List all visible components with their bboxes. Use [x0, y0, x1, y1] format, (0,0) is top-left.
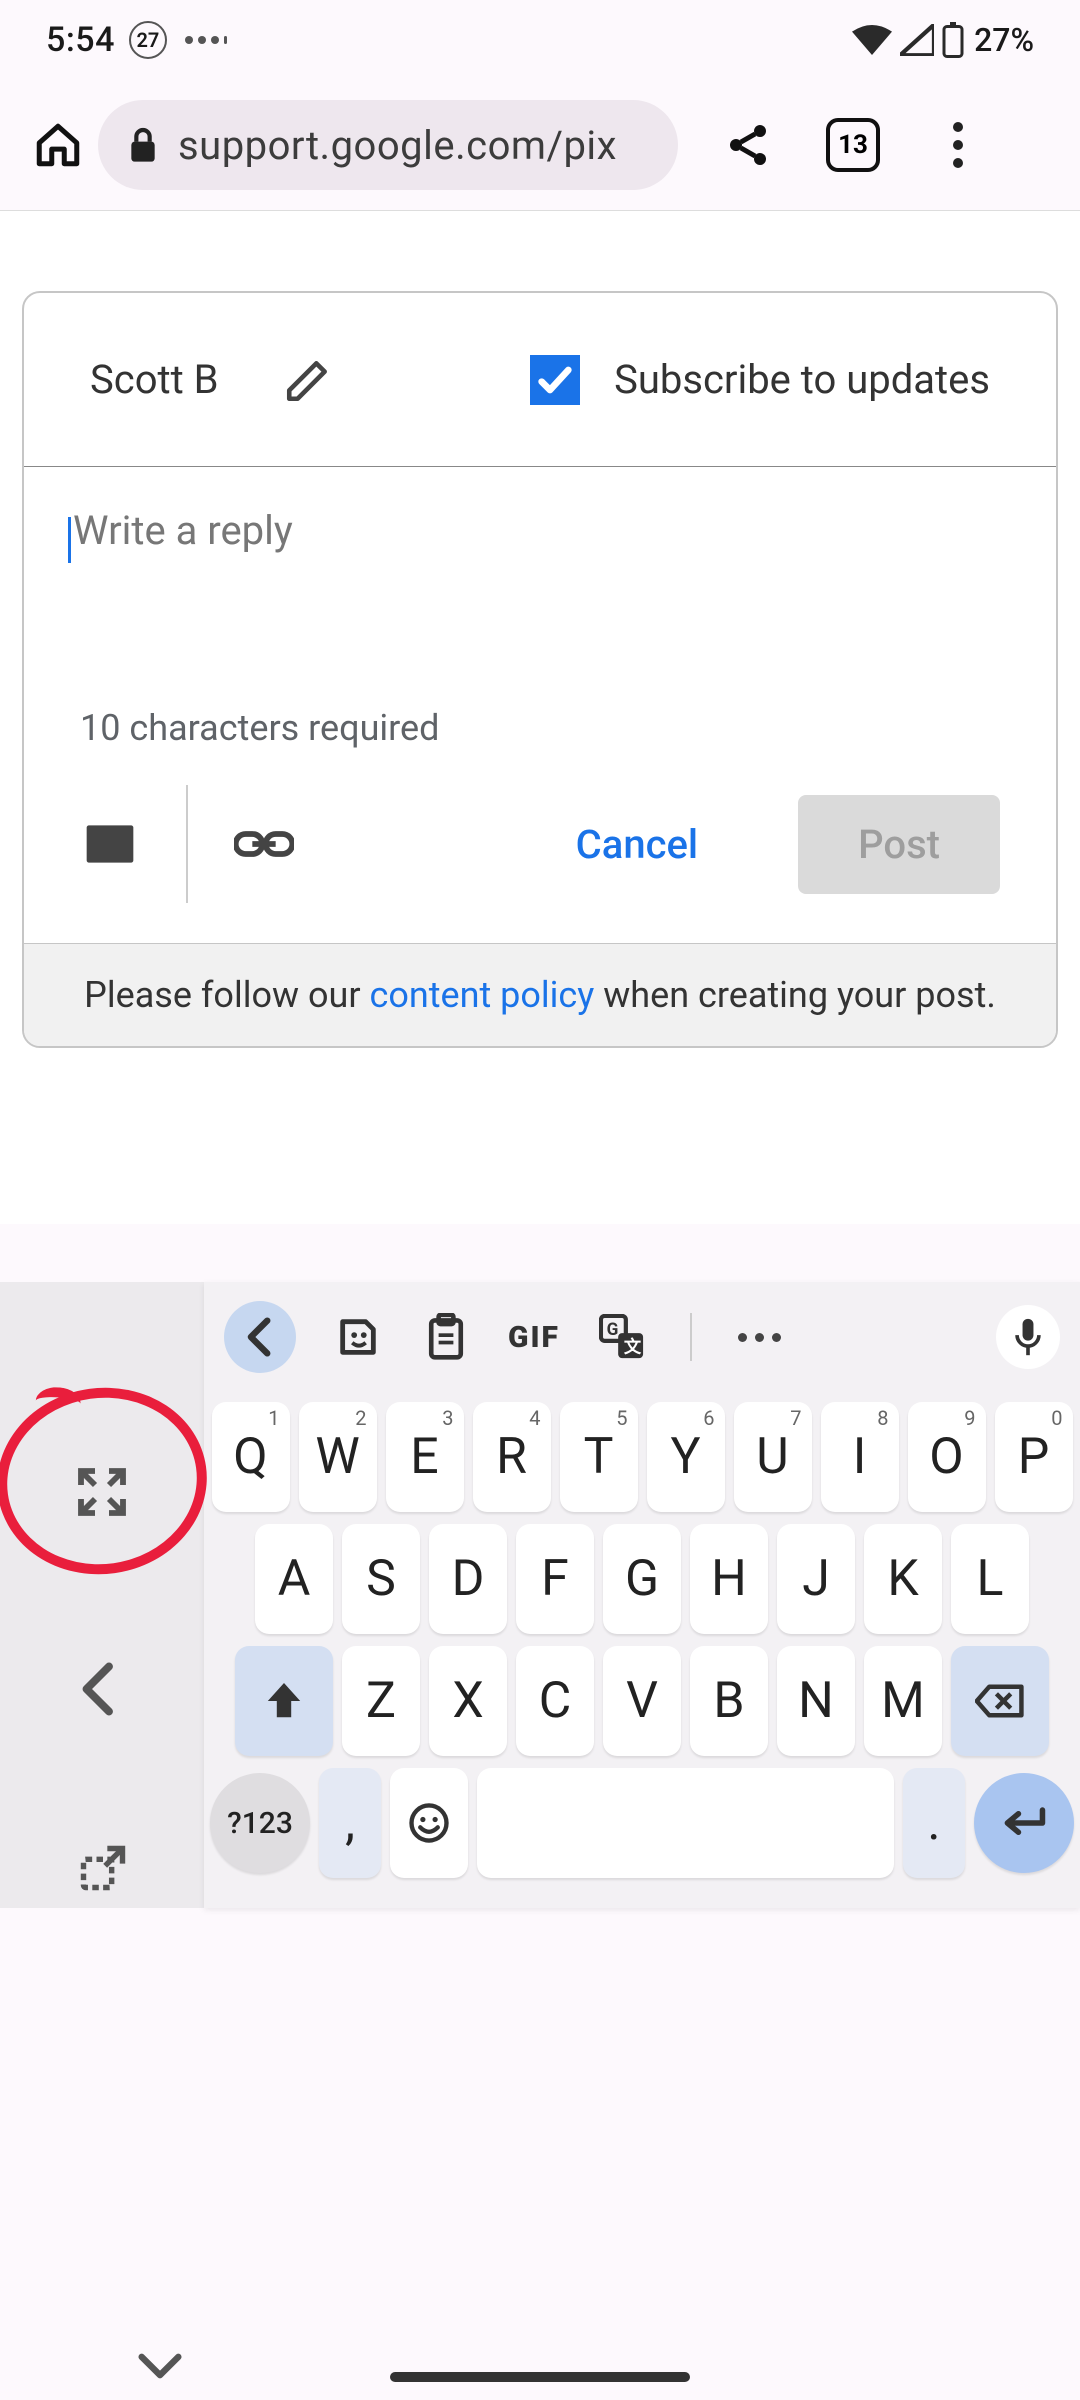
reply-header: Scott B Subscribe to updates	[24, 293, 1056, 467]
key-o[interactable]: O9	[908, 1402, 986, 1512]
lock-icon	[128, 126, 158, 164]
action-divider	[186, 785, 188, 903]
keyboard-suggestion-bar: GIF G文	[204, 1282, 1080, 1392]
navigation-handle[interactable]	[390, 2372, 690, 2382]
gif-icon[interactable]: GIF	[508, 1311, 560, 1363]
more-menu-icon[interactable]	[928, 115, 988, 175]
key-f[interactable]: F	[516, 1524, 594, 1634]
key-a[interactable]: A	[255, 1524, 333, 1634]
key-m[interactable]: M	[864, 1646, 942, 1756]
collapse-keyboard-icon[interactable]	[130, 2336, 190, 2396]
keyboard-main: GIF G文 Q1W2E3R4T5Y6U7I8O9P0 ASDFGHJKL ZX…	[204, 1282, 1080, 1908]
policy-text-pre: Please follow our	[84, 974, 369, 1016]
key-b[interactable]: B	[690, 1646, 768, 1756]
address-bar[interactable]: support.google.com/pix	[98, 100, 678, 190]
key-l[interactable]: L	[951, 1524, 1029, 1634]
key-t[interactable]: T5	[560, 1402, 638, 1512]
reply-placeholder: Write a reply	[73, 507, 293, 554]
edit-icon[interactable]	[283, 355, 333, 405]
subscribe-checkbox[interactable]	[530, 355, 580, 405]
voice-input-icon[interactable]	[996, 1305, 1060, 1369]
share-icon[interactable]	[718, 115, 778, 175]
keyboard-float-icon[interactable]	[77, 1842, 127, 1892]
post-button[interactable]: Post	[798, 795, 1000, 894]
keyboard-back-icon[interactable]	[224, 1301, 296, 1373]
keyboard: GIF G文 Q1W2E3R4T5Y6U7I8O9P0 ASDFGHJKL ZX…	[0, 1282, 1080, 1908]
comma-key[interactable]: ,	[319, 1768, 381, 1878]
status-time: 5:54	[46, 20, 115, 60]
key-v[interactable]: V	[603, 1646, 681, 1756]
translate-icon[interactable]: G文	[596, 1311, 648, 1363]
cancel-button[interactable]: Cancel	[546, 801, 728, 888]
status-bar: 5:54 27 27%	[0, 0, 1080, 80]
key-w[interactable]: W2	[299, 1402, 377, 1512]
insert-link-icon[interactable]	[234, 814, 294, 874]
space-key[interactable]	[477, 1768, 894, 1878]
reply-box: Scott B Subscribe to updates Write a rep…	[22, 291, 1058, 1048]
battery-icon	[942, 22, 964, 58]
policy-text-post: when creating your post.	[594, 974, 996, 1016]
reply-actions: Cancel Post	[24, 765, 1056, 943]
key-g[interactable]: G	[603, 1524, 681, 1634]
shift-key[interactable]	[235, 1646, 333, 1756]
home-icon[interactable]	[28, 115, 88, 175]
key-k[interactable]: K	[864, 1524, 942, 1634]
text-cursor	[68, 517, 71, 563]
key-z[interactable]: Z	[342, 1646, 420, 1756]
subscribe-label: Subscribe to updates	[614, 356, 990, 403]
key-x[interactable]: X	[429, 1646, 507, 1756]
enter-key[interactable]	[974, 1773, 1074, 1873]
reply-input[interactable]: Write a reply	[24, 467, 1056, 707]
notification-count-badge: 27	[129, 21, 167, 59]
character-requirement: 10 characters required	[24, 707, 1056, 765]
keyboard-row-3: ZXCVBNM	[210, 1646, 1074, 1756]
content-policy-bar: Please follow our content policy when cr…	[24, 943, 1056, 1046]
browser-toolbar: support.google.com/pix 13	[0, 80, 1080, 210]
keyboard-row-4: ?123 , .	[210, 1768, 1074, 1878]
keyboard-row-2: ASDFGHJKL	[210, 1524, 1074, 1634]
insert-image-icon[interactable]	[80, 814, 140, 874]
key-h[interactable]: H	[690, 1524, 768, 1634]
key-u[interactable]: U7	[734, 1402, 812, 1512]
svg-text:文: 文	[624, 1336, 642, 1357]
backspace-key[interactable]	[951, 1646, 1049, 1756]
url-text: support.google.com/pix	[178, 122, 617, 169]
key-d[interactable]: D	[429, 1524, 507, 1634]
keyboard-move-left-icon[interactable]	[82, 1662, 122, 1702]
sticker-icon[interactable]	[332, 1311, 384, 1363]
wifi-icon	[852, 24, 892, 56]
notification-overflow-icon	[185, 36, 227, 44]
key-i[interactable]: I8	[821, 1402, 899, 1512]
key-r[interactable]: R4	[473, 1402, 551, 1512]
author-name: Scott B	[90, 356, 219, 403]
key-n[interactable]: N	[777, 1646, 855, 1756]
content-policy-link[interactable]: content policy	[369, 974, 594, 1016]
battery-percent: 27%	[974, 21, 1034, 59]
key-e[interactable]: E3	[386, 1402, 464, 1512]
period-key[interactable]: .	[903, 1768, 965, 1878]
symbols-key[interactable]: ?123	[210, 1773, 310, 1873]
signal-icon	[900, 24, 934, 56]
suggestion-divider	[690, 1313, 692, 1361]
keyboard-side-toolbar	[0, 1282, 204, 1892]
key-j[interactable]: J	[777, 1524, 855, 1634]
key-s[interactable]: S	[342, 1524, 420, 1634]
key-y[interactable]: Y6	[647, 1402, 725, 1512]
key-q[interactable]: Q1	[212, 1402, 290, 1512]
svg-text:G: G	[607, 1320, 619, 1340]
expand-keyboard-icon[interactable]	[72, 1462, 132, 1522]
page-content: Scott B Subscribe to updates Write a rep…	[0, 210, 1080, 1224]
tab-count-icon[interactable]: 13	[826, 118, 880, 172]
clipboard-icon[interactable]	[420, 1311, 472, 1363]
more-options-icon[interactable]	[734, 1311, 786, 1363]
key-c[interactable]: C	[516, 1646, 594, 1756]
emoji-key[interactable]	[390, 1768, 468, 1878]
keyboard-row-1: Q1W2E3R4T5Y6U7I8O9P0	[210, 1402, 1074, 1512]
key-p[interactable]: P0	[995, 1402, 1073, 1512]
